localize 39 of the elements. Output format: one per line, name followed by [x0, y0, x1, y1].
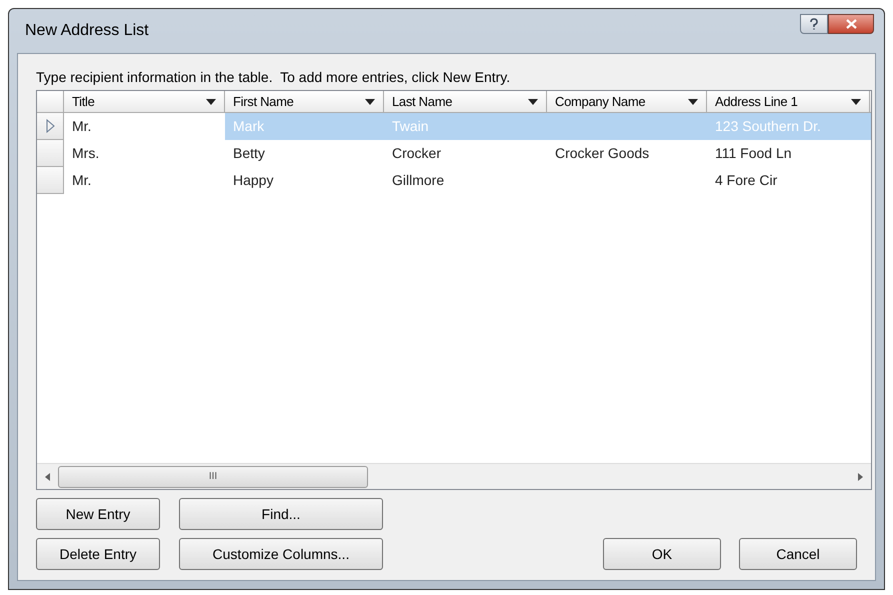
current-row-arrow-icon [46, 119, 54, 133]
row-selector[interactable] [37, 113, 64, 140]
close-icon [846, 19, 856, 29]
column-header[interactable]: Company Name [547, 91, 707, 113]
column-header[interactable]: Address Line 1 [707, 91, 870, 113]
dialog-button[interactable]: Customize Columns... [179, 538, 383, 570]
dropdown-arrow-icon[interactable] [528, 98, 538, 104]
dialog-button[interactable]: Find... [179, 498, 383, 530]
table-cell[interactable]: 111 Food Ln [707, 140, 870, 167]
table-cell[interactable]: Betty [225, 140, 384, 167]
table-cell[interactable]: Mr. [64, 113, 225, 140]
scroll-right-icon[interactable] [858, 472, 863, 480]
table-cell[interactable]: Crocker Goods [547, 140, 707, 167]
help-icon [809, 18, 819, 30]
scrollbar-thumb[interactable]: III [58, 466, 368, 488]
instruction-text: Type recipient information in the table. To add more entries, click New Entry. [36, 68, 512, 86]
dialog-button[interactable]: Delete Entry [36, 538, 160, 570]
dropdown-arrow-icon[interactable] [365, 98, 375, 104]
table-cell[interactable]: Gillmore [384, 167, 547, 194]
horizontal-scrollbar[interactable]: III [37, 463, 871, 489]
ok-button[interactable]: OK [603, 538, 721, 570]
window-title: New Address List [25, 21, 150, 41]
help-button[interactable] [800, 14, 828, 34]
close-button[interactable] [828, 14, 874, 34]
dialog-button[interactable]: New Entry [36, 498, 160, 530]
column-header[interactable]: Title [64, 91, 225, 113]
cancel-button[interactable]: Cancel [739, 538, 857, 570]
scroll-left-icon[interactable] [45, 472, 50, 480]
dropdown-arrow-icon[interactable] [206, 98, 216, 104]
table-cell[interactable]: Crocker [384, 140, 547, 167]
table-cell[interactable]: Happy [225, 167, 384, 194]
column-header[interactable]: Last Name [384, 91, 547, 113]
table-cell[interactable]: Mrs. [64, 140, 225, 167]
dropdown-arrow-icon[interactable] [688, 98, 698, 104]
grid-corner-header [37, 91, 64, 113]
column-header[interactable]: First Name [225, 91, 384, 113]
table-cell[interactable]: Mr. [64, 167, 225, 194]
table-cell[interactable]: 4 Fore Cir [707, 167, 870, 194]
dropdown-arrow-icon[interactable] [851, 98, 861, 104]
